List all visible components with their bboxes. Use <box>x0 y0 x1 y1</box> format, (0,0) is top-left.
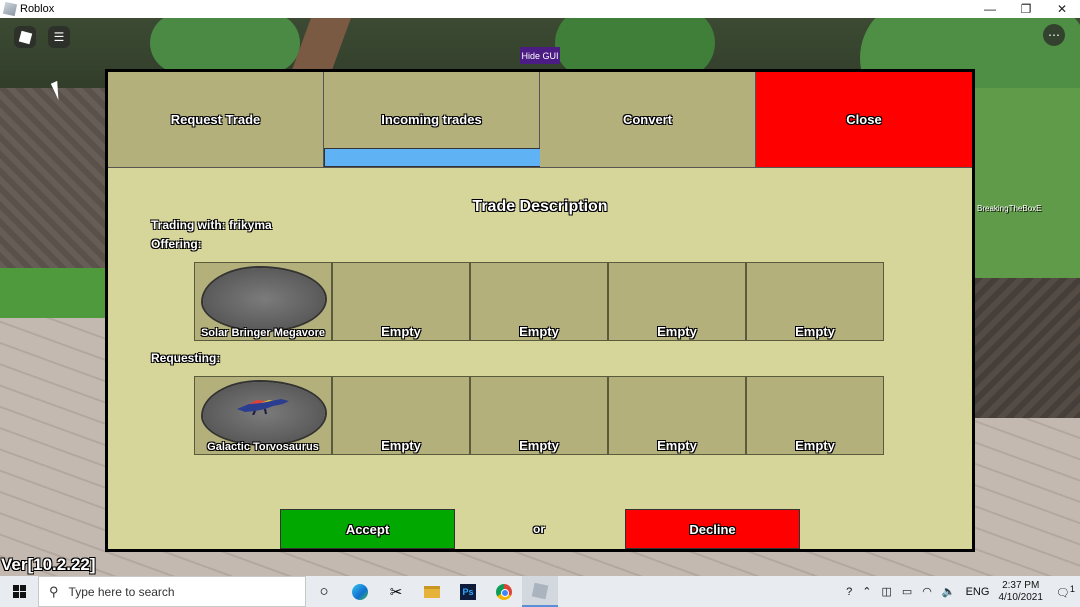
slot-label: Empty <box>657 438 697 453</box>
snipping-tool-icon[interactable]: ✂ <box>378 576 414 607</box>
chevron-up-icon[interactable]: ⌃ <box>862 585 871 598</box>
decline-button[interactable]: Decline <box>625 509 800 549</box>
hide-gui-button[interactable]: Hide GUI <box>520 47 560 64</box>
minimize-button[interactable]: — <box>972 0 1008 18</box>
request-slot-3[interactable]: Empty <box>470 376 608 455</box>
roblox-menu-icon[interactable] <box>14 26 36 48</box>
slot-label: Empty <box>381 438 421 453</box>
windows-logo-icon <box>12 585 26 598</box>
task-view-icon[interactable]: ○ <box>306 576 342 607</box>
windows-taskbar: ⚲ Type here to search ○ ✂ Ps ? ⌃ ◫ ▭ ◠ 🔈… <box>0 576 1080 607</box>
taskbar-search[interactable]: ⚲ Type here to search <box>38 576 306 607</box>
request-slot-1[interactable]: Galactic Torvosaurus <box>194 376 332 455</box>
close-window-button[interactable]: ✕ <box>1044 0 1080 18</box>
active-tab-indicator <box>324 148 541 167</box>
slot-label: Empty <box>795 324 835 339</box>
dinosaur-icon <box>237 399 289 415</box>
slot-label: Solar Bringer Megavore <box>200 327 326 339</box>
offer-slot-3[interactable]: Empty <box>470 262 608 341</box>
roblox-app-icon <box>2 1 18 17</box>
battery-icon[interactable]: ▭ <box>902 585 912 598</box>
close-panel-button[interactable]: Close <box>756 72 972 168</box>
offer-slot-5[interactable]: Empty <box>746 262 884 341</box>
slot-label: Galactic Torvosaurus <box>207 441 319 453</box>
accept-button[interactable]: Accept <box>280 509 455 549</box>
search-placeholder: Type here to search <box>68 584 175 599</box>
edge-browser-icon[interactable] <box>342 576 378 607</box>
scenery-rock-wall <box>975 278 1080 418</box>
language-indicator[interactable]: ENG <box>966 586 990 598</box>
offer-slot-4[interactable]: Empty <box>608 262 746 341</box>
chrome-icon[interactable] <box>486 576 522 607</box>
clock[interactable]: 2:37 PM 4/10/2021 <box>998 580 1043 604</box>
tab-request-trade[interactable]: Request Trade <box>108 72 324 168</box>
slot-label: Empty <box>519 438 559 453</box>
slot-label: Empty <box>519 324 559 339</box>
tab-incoming-trades[interactable]: Incoming trades <box>324 72 541 168</box>
or-separator: or <box>533 522 545 536</box>
window-title: Roblox <box>20 3 55 15</box>
slot-label: Empty <box>795 438 835 453</box>
slot-label: Empty <box>657 324 697 339</box>
notification-count: 1 <box>1069 583 1075 594</box>
offering-label: Offering: <box>151 237 202 251</box>
chat-icon[interactable]: ☰ <box>48 26 70 48</box>
start-button[interactable] <box>0 576 38 607</box>
version-label: Ver[10.2.22] <box>1 555 96 574</box>
window-controls: — ❐ ✕ <box>972 0 1080 18</box>
search-icon: ⚲ <box>49 583 59 599</box>
request-slot-4[interactable]: Empty <box>608 376 746 455</box>
creature-portrait-icon <box>203 268 325 330</box>
player-nametag: BreakingTheBoxE <box>977 204 1042 213</box>
photoshop-icon[interactable]: Ps <box>450 576 486 607</box>
request-slot-5[interactable]: Empty <box>746 376 884 455</box>
clock-time: 2:37 PM <box>1002 579 1040 591</box>
restore-button[interactable]: ❐ <box>1008 0 1044 18</box>
tab-convert[interactable]: Convert <box>540 72 756 168</box>
wifi-icon[interactable]: ◠ <box>922 585 932 598</box>
roblox-taskbar-icon[interactable] <box>522 576 558 607</box>
requesting-slots: Galactic Torvosaurus Empty Empty Empty E… <box>194 376 886 455</box>
system-tray: ? ⌃ ◫ ▭ ◠ 🔈 ENG 2:37 PM 4/10/2021 🗨1 <box>841 576 1080 607</box>
offering-slots: Solar Bringer Megavore Empty Empty Empty… <box>194 262 886 341</box>
more-options-icon[interactable]: ⋯ <box>1043 24 1065 46</box>
help-icon[interactable]: ? <box>846 586 852 598</box>
notification-icon[interactable]: 🗨1 <box>1056 584 1075 600</box>
request-slot-2[interactable]: Empty <box>332 376 470 455</box>
trading-with-label: Trading with: frikyma <box>151 218 272 232</box>
trade-panel: Request Trade Incoming trades Convert Cl… <box>105 69 975 552</box>
trade-description-heading: Trade Description <box>472 198 608 215</box>
file-explorer-icon[interactable] <box>414 576 450 607</box>
clock-date: 4/10/2021 <box>998 591 1043 603</box>
slot-label: Empty <box>381 324 421 339</box>
offer-slot-2[interactable]: Empty <box>332 262 470 341</box>
offer-slot-1[interactable]: Solar Bringer Megavore <box>194 262 332 341</box>
scenery-tree <box>150 18 300 73</box>
scenery-grass <box>975 88 1080 288</box>
trade-tabbar: Request Trade Incoming trades Convert Cl… <box>108 72 972 168</box>
requesting-label: Requesting: <box>151 351 221 365</box>
game-viewport[interactable]: ☰ ⋯ Hide GUI BreakingTheBoxE Ver[10.2.22… <box>0 18 1080 576</box>
window-titlebar: Roblox — ❐ ✕ <box>0 0 1080 18</box>
volume-icon[interactable]: 🔈 <box>942 585 956 598</box>
meet-now-icon[interactable]: ◫ <box>881 585 891 598</box>
tab-incoming-trades-label: Incoming trades <box>381 112 482 127</box>
